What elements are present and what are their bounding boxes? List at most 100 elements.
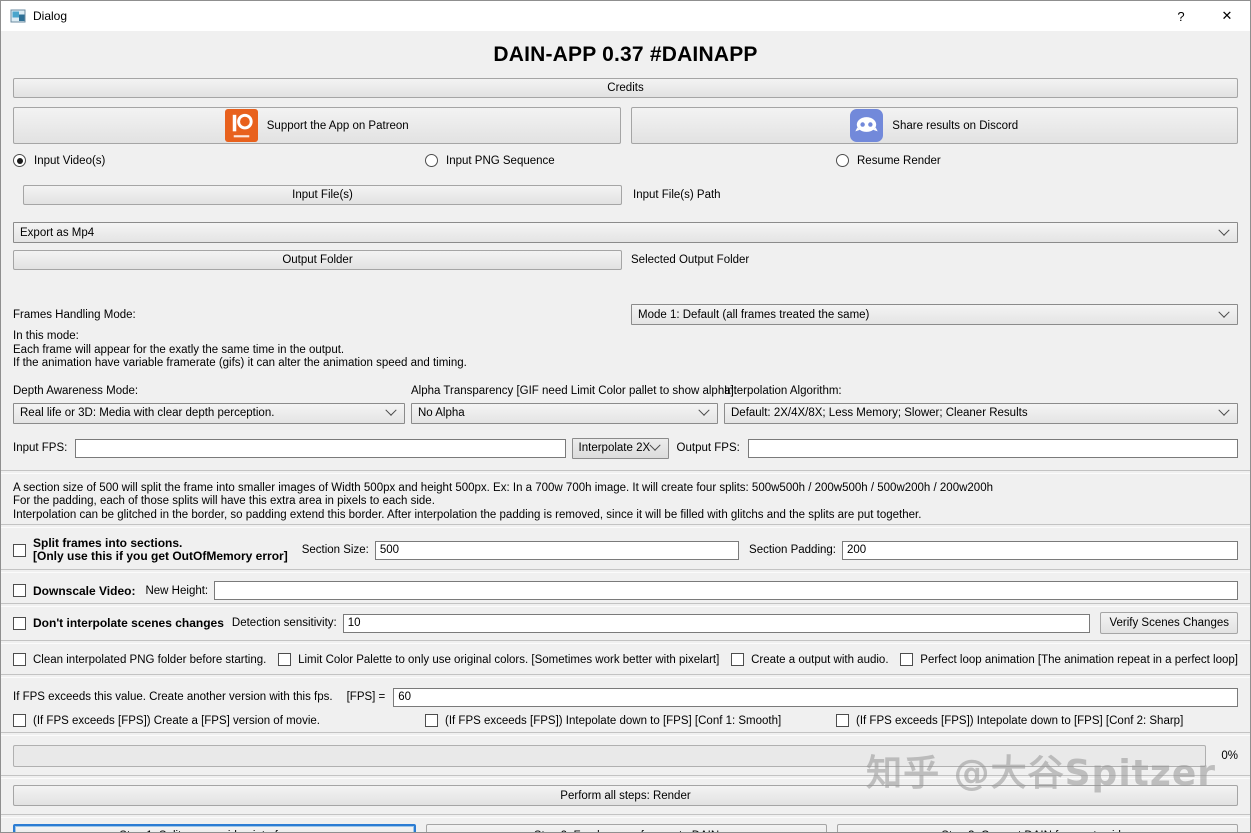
checkbox-box <box>836 714 849 727</box>
close-button[interactable]: ✕ <box>1204 1 1250 31</box>
fps-create-version-checkbox[interactable]: (If FPS exceeds [FPS]) Create a [FPS] ve… <box>13 714 425 727</box>
section-description: A section size of 500 will split the fra… <box>13 482 1238 523</box>
chevron-down-icon <box>648 439 661 451</box>
divider <box>1 469 1250 474</box>
divider <box>1 603 1250 607</box>
section-desc-line2: For the padding, each of those splits wi… <box>13 495 435 507</box>
section-desc-line1: A section size of 500 will split the fra… <box>13 481 993 494</box>
depth-mode-select[interactable]: Real life or 3D: Media with clear depth … <box>13 402 405 424</box>
titlebar: Dialog ? ✕ <box>1 1 1250 32</box>
interpolate-select[interactable]: Interpolate 2X <box>571 437 669 459</box>
radio-input-videos[interactable]: Input Video(s) <box>13 154 425 167</box>
fps-create-version-label: (If FPS exceeds [FPS]) Create a [FPS] ve… <box>33 714 320 727</box>
frames-mode-select[interactable]: Mode 1: Default (all frames treated the … <box>631 304 1238 325</box>
radio-icon <box>836 154 849 167</box>
input-files-button[interactable]: Input File(s) <box>23 185 622 205</box>
radio-icon <box>425 154 438 167</box>
chevron-down-icon <box>1218 404 1230 416</box>
output-folder-label: Output Folder <box>282 254 353 266</box>
audio-output-checkbox[interactable]: Create a output with audio. <box>731 653 889 666</box>
input-files-path-label: Input File(s) Path <box>633 189 721 201</box>
step3-button[interactable]: Step 3: Convert DAIN frames to video <box>837 824 1238 832</box>
frames-mode-desc-line1: In this mode: <box>13 330 79 342</box>
alpha-value: No Alpha <box>418 407 465 419</box>
frames-mode-description: In this mode: Each frame will appear for… <box>13 330 1238 371</box>
checkbox-box <box>13 584 26 597</box>
input-fps-field[interactable] <box>75 438 566 458</box>
patreon-icon <box>224 109 258 142</box>
detection-sensitivity-label: Detection sensitivity: <box>231 617 337 629</box>
progress-bar <box>13 745 1206 767</box>
fps-smooth-checkbox[interactable]: (If FPS exceeds [FPS]) Intepolate down t… <box>425 714 836 727</box>
verify-scenes-button[interactable]: Verify Scenes Changes <box>1100 612 1238 634</box>
step1-button[interactable]: Step 1: Split source video into frames <box>13 824 416 832</box>
radio-resume-render[interactable]: Resume Render <box>836 154 941 167</box>
fps-sharp-checkbox[interactable]: (If FPS exceeds [FPS]) Intepolate down t… <box>836 714 1183 727</box>
credits-button[interactable]: Credits <box>13 78 1238 98</box>
checkbox-box <box>13 714 26 727</box>
downscale-label: Downscale Video: <box>33 583 136 598</box>
audio-output-label: Create a output with audio. <box>751 653 889 666</box>
output-fps-label: Output FPS: <box>676 442 740 454</box>
frames-mode-label: Frames Handling Mode: <box>13 308 136 321</box>
dialog-window: Dialog ? ✕ DAIN-APP 0.37 #DAINAPP Credit… <box>0 0 1251 833</box>
export-format-select[interactable]: Export as Mp4 <box>13 222 1238 243</box>
radio-input-png-label: Input PNG Sequence <box>446 154 555 167</box>
render-all-label: Perform all steps: Render <box>560 789 691 802</box>
perfect-loop-checkbox[interactable]: Perfect loop animation [The animation re… <box>900 653 1238 666</box>
new-height-input[interactable] <box>214 581 1238 600</box>
fps-eq-label: [FPS] = <box>346 691 386 703</box>
radio-input-videos-label: Input Video(s) <box>34 154 106 167</box>
checkbox-box <box>13 543 26 557</box>
radio-resume-render-label: Resume Render <box>857 154 941 167</box>
divider <box>1 732 1250 736</box>
section-size-input[interactable] <box>374 540 740 560</box>
divider <box>1 524 1250 528</box>
export-format-value: Export as Mp4 <box>20 226 95 239</box>
frames-mode-value: Mode 1: Default (all frames treated the … <box>638 308 870 321</box>
fps-sharp-label: (If FPS exceeds [FPS]) Intepolate down t… <box>856 714 1184 727</box>
patreon-button[interactable]: Support the App on Patreon <box>13 107 621 144</box>
patreon-label: Support the App on Patreon <box>266 119 409 132</box>
fps-smooth-label: (If FPS exceeds [FPS]) Intepolate down t… <box>445 714 782 727</box>
selected-output-folder-label: Selected Output Folder <box>631 254 750 266</box>
detection-sensitivity-input[interactable] <box>342 613 1091 633</box>
step2-button[interactable]: Step 2: Feed source frames to DAIN <box>426 824 827 832</box>
render-all-button[interactable]: Perform all steps: Render <box>13 785 1238 806</box>
clean-png-label: Clean interpolated PNG folder before sta… <box>33 653 267 666</box>
chevron-down-icon <box>385 404 397 416</box>
progress-percent: 0% <box>1221 750 1238 762</box>
frames-mode-desc-line2: Each frame will appear for the exatly th… <box>13 343 345 356</box>
clean-png-checkbox[interactable]: Clean interpolated PNG folder before sta… <box>13 653 266 666</box>
checkbox-box <box>731 653 745 666</box>
window-title: Dialog <box>33 9 68 23</box>
divider <box>1 569 1250 573</box>
downscale-checkbox[interactable]: Downscale Video: <box>13 584 135 598</box>
frames-mode-desc-line3: If the animation have variable framerate… <box>13 357 467 369</box>
interp-algo-select[interactable]: Default: 2X/4X/8X; Less Memory; Slower; … <box>724 402 1238 424</box>
interp-algo-label: Interpolation Algorithm: <box>724 384 842 397</box>
verify-scenes-label: Verify Scenes Changes <box>1109 617 1229 629</box>
checkbox-box <box>900 653 914 666</box>
chevron-down-icon <box>1218 306 1230 318</box>
app-icon <box>10 8 26 24</box>
fps-limit-input[interactable] <box>393 687 1238 707</box>
help-button[interactable]: ? <box>1158 1 1204 31</box>
split-frames-checkbox[interactable]: Split frames into sections. [Only use th… <box>13 537 288 563</box>
divider <box>1 674 1250 678</box>
dont-interpolate-scenes-checkbox[interactable]: Don't interpolate scenes changes <box>13 616 224 630</box>
radio-input-png[interactable]: Input PNG Sequence <box>425 154 836 167</box>
limit-palette-label: Limit Color Palette to only use original… <box>298 653 720 666</box>
perfect-loop-label: Perfect loop animation [The animation re… <box>920 653 1238 666</box>
output-fps-field[interactable] <box>747 438 1238 458</box>
section-padding-input[interactable] <box>842 540 1238 560</box>
section-size-label: Section Size: <box>301 544 369 556</box>
alpha-select[interactable]: No Alpha <box>411 402 718 424</box>
discord-button[interactable]: Share results on Discord <box>630 107 1238 144</box>
new-height-label: New Height: <box>145 584 209 597</box>
output-folder-button[interactable]: Output Folder <box>13 250 622 270</box>
depth-mode-value: Real life or 3D: Media with clear depth … <box>20 407 275 419</box>
split-frames-label-line2: [Only use this if you get OutOfMemory er… <box>33 549 288 563</box>
limit-palette-checkbox[interactable]: Limit Color Palette to only use original… <box>278 653 719 666</box>
fps-limit-label: If FPS exceeds this value. Create anothe… <box>13 691 333 703</box>
